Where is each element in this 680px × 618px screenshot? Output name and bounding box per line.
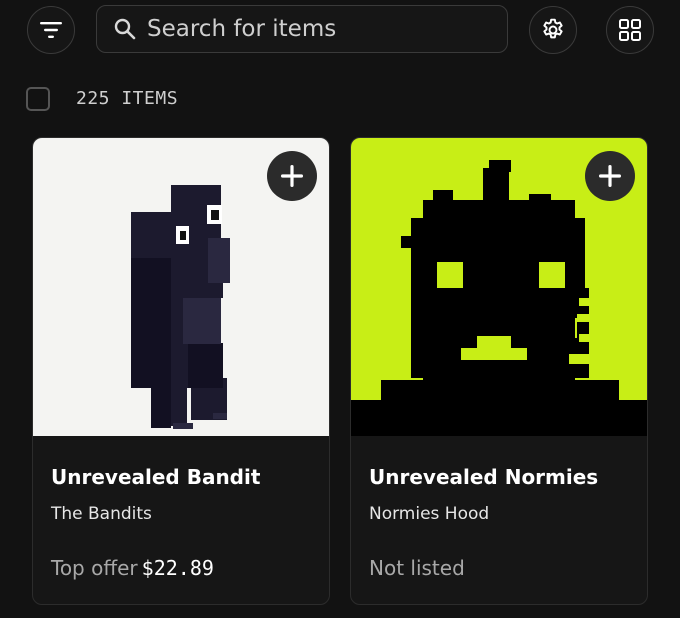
item-price: Top offer $22.89 [51,556,214,580]
item-card[interactable]: Unrevealed Normies Normies Hood Not list… [350,137,648,605]
price-label: Not listed [369,556,465,580]
search-icon [113,17,137,41]
plus-icon [279,163,305,189]
search-input[interactable] [145,15,489,43]
item-card[interactable]: Unrevealed Bandit The Bandits Top offer $… [32,137,330,605]
grid-view-icon [618,18,642,42]
add-to-cart-button[interactable] [585,151,635,201]
item-title[interactable]: Unrevealed Normies [369,465,598,489]
item-title[interactable]: Unrevealed Bandit [51,465,260,489]
price-label: Top offer [51,556,138,580]
plus-icon [597,163,623,189]
select-all-checkbox[interactable] [26,87,50,111]
grid-view-button[interactable] [606,6,654,54]
settings-button[interactable] [529,6,577,54]
price-value: $22.89 [141,556,214,580]
filter-icon [40,21,62,39]
item-collection[interactable]: Normies Hood [369,504,489,524]
item-price: Not listed [369,556,469,580]
add-to-cart-button[interactable] [267,151,317,201]
item-collection[interactable]: The Bandits [51,504,152,524]
item-image[interactable] [33,138,329,436]
nft-items-page: 225 ITEMS [0,0,680,618]
items-count: 225 ITEMS [76,88,179,109]
gear-icon [540,17,566,43]
search-box[interactable] [96,5,508,53]
filter-button[interactable] [27,6,75,54]
item-image[interactable] [351,138,647,436]
